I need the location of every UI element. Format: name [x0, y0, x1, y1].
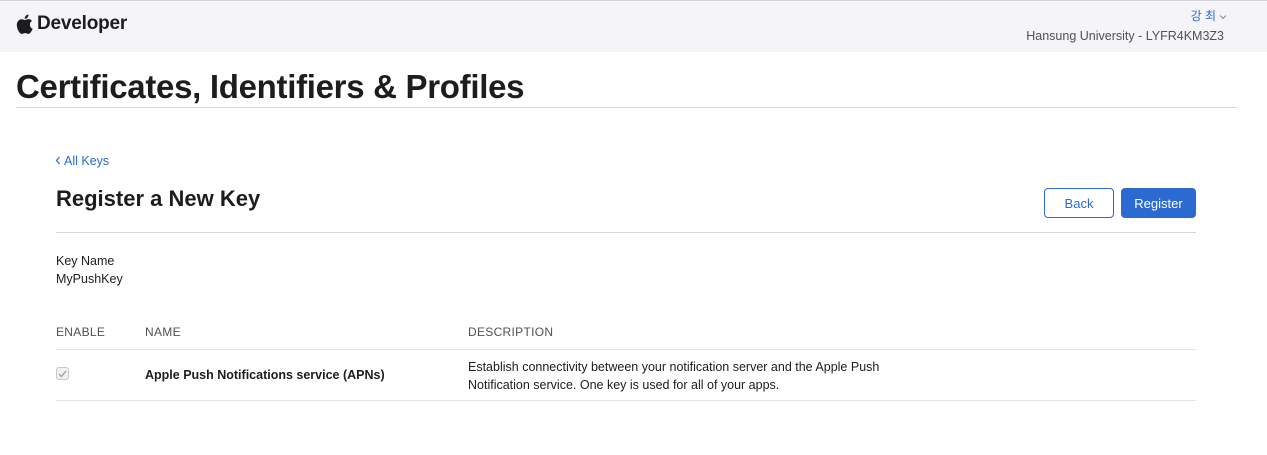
team-name: Hansung University - LYFR4KM3Z3 [1026, 29, 1224, 43]
account-name: 강 최 [1190, 9, 1216, 23]
section-title: Register a New Key [56, 186, 261, 211]
title-divider [16, 107, 1237, 108]
back-button[interactable]: Back [1044, 188, 1114, 218]
column-header-name: NAME [145, 325, 181, 339]
column-header-description: DESCRIPTION [468, 325, 554, 339]
service-name: Apple Push Notifications service (APNs) [145, 368, 385, 382]
chevron-left-icon [55, 154, 61, 168]
key-name-label: Key Name [56, 254, 115, 268]
developer-home-link[interactable]: Developer [16, 13, 127, 35]
all-keys-label: All Keys [64, 154, 110, 168]
chevron-down-icon [1219, 9, 1227, 23]
global-nav: Developer 강 최 Hansung University - LYFR4… [0, 0, 1267, 52]
register-button[interactable]: Register [1121, 188, 1196, 218]
all-keys-link[interactable]: All Keys [55, 154, 109, 168]
column-header-enable: ENABLE [56, 325, 106, 339]
account-menu[interactable]: 강 최 [1191, 7, 1227, 24]
service-description: Establish connectivity between your noti… [468, 360, 880, 392]
checkmark-icon [58, 365, 67, 383]
page-title: Certificates, Identifiers & Profiles [16, 68, 525, 105]
key-name-value: MyPushKey [56, 272, 123, 286]
enable-checkbox [56, 367, 69, 380]
section-divider [56, 232, 1196, 233]
table-row-divider [56, 400, 1196, 401]
apple-logo-icon [16, 14, 33, 34]
table-header-divider [56, 349, 1196, 350]
brand-label: Developer [37, 13, 128, 34]
